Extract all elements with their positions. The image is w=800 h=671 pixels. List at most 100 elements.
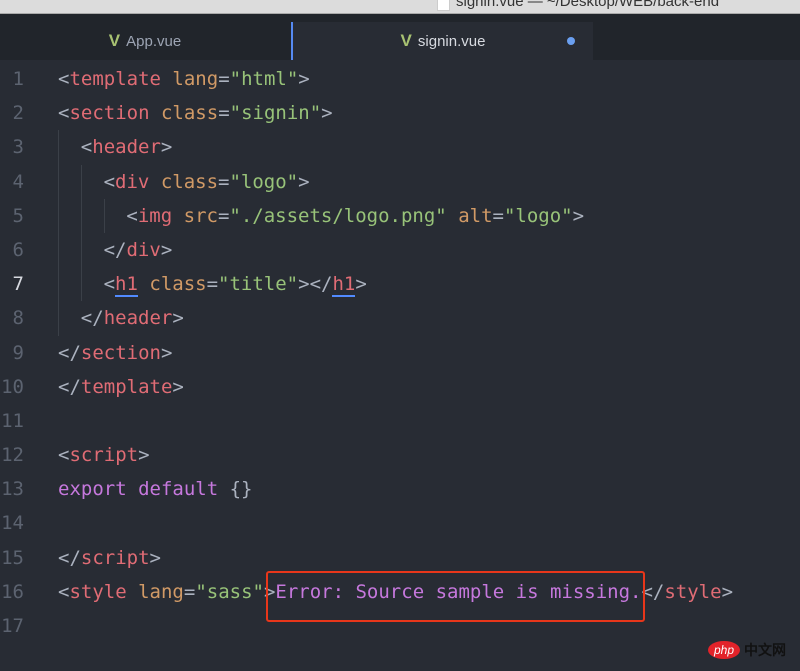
code-token: > <box>321 102 333 125</box>
error-highlight-box <box>266 571 645 622</box>
code-token: script <box>80 546 150 569</box>
code-token: "logo" <box>229 170 299 193</box>
code-token: > <box>298 170 310 193</box>
code-token: lang <box>172 68 219 90</box>
code-token: = <box>218 102 230 125</box>
line-number: 16 <box>1 580 24 603</box>
indent-guide <box>58 232 59 268</box>
code-line[interactable]: 7 <h1 class="title"></h1> <box>0 267 800 302</box>
code-token: > <box>721 580 734 603</box>
code-token: > <box>149 546 161 569</box>
line-number: 13 <box>1 478 24 501</box>
indent-guide <box>58 301 59 336</box>
code-token: h1 <box>115 273 138 298</box>
code-text: <h1 class="title"></h1> <box>104 267 367 301</box>
code-token: = <box>206 273 219 296</box>
code-token: "sass" <box>195 580 264 603</box>
line-number: 2 <box>12 102 24 125</box>
code-line[interactable]: 13 export default {} <box>0 472 800 506</box>
code-line[interactable]: 1 <template lang="html"> <box>0 62 800 96</box>
vue-icon: V <box>108 31 121 50</box>
code-line[interactable]: 3 <header> <box>0 130 800 165</box>
code-token: > <box>172 375 184 398</box>
code-token: section <box>69 102 150 125</box>
code-text: </template> <box>58 370 184 404</box>
code-text: </script> <box>58 541 161 575</box>
code-token: class <box>160 170 219 193</box>
modified-indicator-icon[interactable] <box>567 37 575 45</box>
code-token: src <box>183 204 218 227</box>
code-text: <script> <box>58 438 150 472</box>
line-number: 7 <box>12 273 24 296</box>
line-number: 1 <box>12 68 24 90</box>
code-token: < <box>103 273 116 296</box>
code-line[interactable]: 2 <section class="signin"> <box>0 96 800 130</box>
code-token: = <box>492 204 504 227</box>
code-token: export <box>58 478 127 501</box>
tab-signin-vue[interactable]: V signin.vue <box>291 22 593 60</box>
line-number: 6 <box>12 238 24 261</box>
code-text: </div> <box>104 233 173 267</box>
php-logo: php <box>708 641 741 659</box>
code-token: > <box>160 341 173 364</box>
code-line[interactable]: 12 <script> <box>0 438 800 472</box>
code-token: alt <box>458 204 493 227</box>
code-line[interactable]: 8 </header> <box>0 301 800 336</box>
code-line[interactable]: 15 </script> <box>0 541 800 575</box>
tab-app-vue[interactable]: V App.vue <box>0 22 290 60</box>
code-token: style <box>69 580 127 603</box>
code-token: < <box>103 170 116 193</box>
line-number: 11 <box>1 409 24 432</box>
code-token: "title" <box>218 273 299 296</box>
line-number: 15 <box>1 546 24 569</box>
code-text: <img src="./assets/logo.png" alt="logo"> <box>126 199 584 233</box>
code-text: </header> <box>81 301 184 335</box>
code-line[interactable]: 5 <img src="./assets/logo.png" alt="logo"… <box>0 198 800 233</box>
code-text: <template lang="html"> <box>58 62 310 96</box>
vue-icon: V <box>400 31 412 50</box>
code-token: </ <box>80 307 104 330</box>
code-token: "logo" <box>503 204 573 227</box>
code-token: = <box>218 68 230 90</box>
code-text: <section class="signin"> <box>58 96 333 130</box>
code-line[interactable]: 9 </section> <box>0 336 800 370</box>
indent-guide <box>58 164 59 199</box>
code-token: > <box>298 68 310 90</box>
watermark-logo: php 中文网 <box>708 640 786 660</box>
code-token: > <box>355 273 367 296</box>
code-token: style <box>664 580 722 603</box>
code-text: export default {} <box>58 472 253 506</box>
code-token: > <box>572 204 585 227</box>
line-number: 5 <box>12 204 24 227</box>
code-line[interactable]: 11 <box>0 404 800 438</box>
code-token: template <box>80 375 173 398</box>
code-token: = <box>217 204 230 227</box>
code-token: > <box>138 444 150 467</box>
code-token: h1 <box>332 273 356 298</box>
code-token: < <box>58 444 70 467</box>
code-line[interactable]: 6 </div> <box>0 232 800 268</box>
code-token: header <box>92 136 161 159</box>
code-editor[interactable]: 1 <template lang="html"> 2 <section class="… <box>0 62 800 643</box>
code-token: > <box>160 238 173 261</box>
line-number: 10 <box>1 375 24 398</box>
tab-label: App.vue <box>126 32 182 50</box>
line-number: 8 <box>12 307 24 330</box>
code-line[interactable]: 10 </template> <box>0 370 800 404</box>
code-token: < <box>80 136 93 159</box>
code-token: "signin" <box>229 102 322 125</box>
code-token: lang <box>138 580 184 603</box>
code-token: header <box>103 307 173 330</box>
indent-guide <box>58 130 59 165</box>
code-line[interactable]: 4 <div class="logo"> <box>0 164 800 199</box>
code-token: < <box>126 204 138 227</box>
code-line[interactable]: 14 <box>0 506 800 540</box>
line-number: 12 <box>1 444 24 467</box>
indent-guide <box>103 198 105 233</box>
indent-guide <box>80 267 82 302</box>
